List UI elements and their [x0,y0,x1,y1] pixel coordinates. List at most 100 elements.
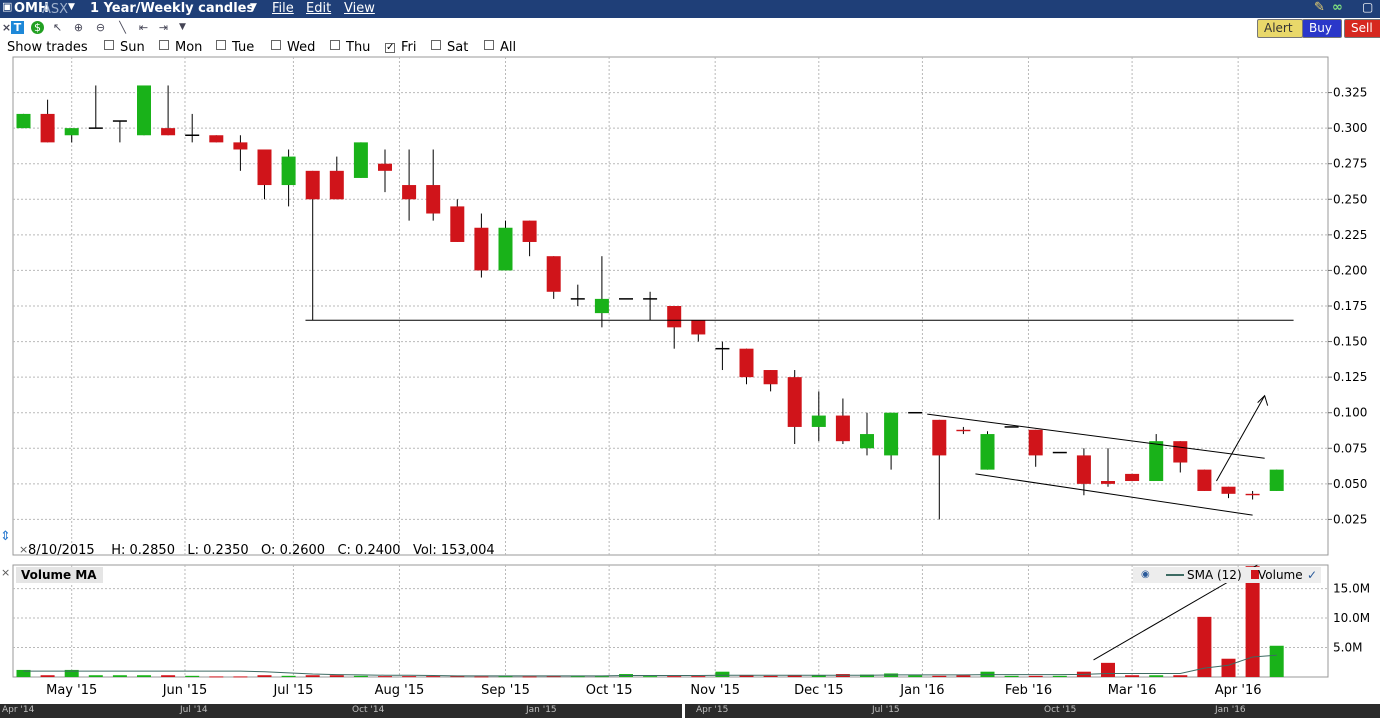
y-tick-label: 0.300 [1333,121,1367,135]
x-tick-label: Apr '16 [1215,683,1262,698]
volume-panel-title: Volume MA [16,567,103,583]
volume-bar [353,675,368,677]
volume-bar [137,675,151,677]
timeline-navigator[interactable]: Apr '14 Jul '14 Oct '14 Jan '15 Apr '15 Jul '… [0,704,1380,718]
navigator-date-label: Jul '14 [180,705,208,715]
navigator-date-label: Jul '15 [872,705,900,715]
y-tick-label: 0.050 [1333,477,1367,491]
candle-body [233,142,248,150]
candle-body [1125,473,1140,482]
candle-body [1149,441,1164,482]
x-tick-label: Feb '16 [1005,683,1052,698]
candle-body [257,149,272,186]
navigator-handle[interactable] [682,704,685,718]
x-tick-label: Jul '15 [272,683,313,698]
volume-bar [522,676,537,678]
volume-bar [1125,675,1140,677]
candle-body [811,415,826,427]
volume-bar [257,675,272,677]
volume-bar [908,675,923,677]
candle-body [739,348,754,378]
candle-body [860,434,874,449]
x-tick-label: Sep '15 [481,683,530,698]
candle-body [980,434,995,470]
volume-bar [88,675,103,677]
navigator-date-label: Oct '14 [352,705,385,715]
y-tick-label: 0.225 [1333,228,1367,242]
ohlc-volume: Vol: 153,004 [412,543,495,558]
candle-body [498,227,513,271]
volume-bar [209,676,224,678]
volume-bar [1052,675,1067,677]
volume-bar [426,676,441,678]
volume-bar [1221,658,1236,677]
candle-body [1197,469,1212,491]
candle-body [1245,493,1260,496]
legend-sma-label[interactable]: SMA (12) [1187,567,1242,583]
ohlc-high: H: 0.2850 [111,543,175,558]
candle-body [835,415,850,442]
candle-body [1101,481,1115,484]
volume-bar [1004,675,1019,677]
candle-body [546,256,561,292]
volume-bar [474,676,489,678]
candle-body [137,85,151,136]
candle-body [209,135,224,143]
navigator-date-label: Apr '15 [696,705,729,715]
volume-y-tick-label: 15.0M [1333,582,1370,596]
volume-bar [305,675,320,677]
candle-body [426,185,441,214]
y-tick-label: 0.275 [1333,157,1367,171]
price-chart[interactable]: 0.025 0.050 0.075 0.100 0.125 0.150 0.175 0.200… [0,0,1380,704]
candle-body [667,306,682,328]
candle-body [787,377,802,427]
volume-bar [329,675,344,677]
candle-body [161,128,176,136]
ohlc-close: C: 0.2400 [337,543,401,558]
volume-legend: ◉ SMA (12) Volume ✓ [1133,567,1321,583]
candle-body [932,419,947,456]
ohlc-readout: 8/10/2015 H: 0.2850 L: 0.2350 O: 0.2600 … [28,543,495,558]
candle-body [64,128,79,136]
volume-bar [185,675,200,677]
candle-body [691,320,706,335]
volume-bar [281,675,296,677]
volume-bar [715,671,730,677]
candle-body [1028,429,1043,456]
candle-body [329,170,344,200]
candle-body [378,163,392,171]
candle-body [1173,441,1188,463]
y-tick-label: 0.200 [1333,263,1367,277]
volume-bar [112,675,127,677]
navigator-date-label: Jan '16 [1215,705,1246,715]
expand-icon[interactable]: ⇕ [0,529,11,544]
legend-volume-label[interactable]: Volume [1258,567,1303,583]
legend-settings-icon[interactable]: ◉ [1141,567,1150,583]
navigator-date-label: Oct '15 [1044,705,1077,715]
candle-body [402,185,417,200]
volume-bar [763,675,778,677]
x-tick-label: Nov '15 [690,683,740,698]
candle-body [1269,469,1284,491]
candle-body [522,220,537,242]
volume-bar [402,676,417,678]
remove-readout-icon[interactable]: × [19,543,28,556]
volume-y-tick-label: 5.0M [1333,641,1362,655]
candle-body [474,227,489,271]
volume-bar [691,676,706,678]
y-tick-label: 0.075 [1333,441,1367,455]
candle-body [594,298,609,314]
volume-bar [40,675,55,677]
x-tick-label: Jun '15 [162,683,208,698]
y-tick-label: 0.250 [1333,192,1367,206]
ohlc-date: 8/10/2015 [28,543,95,558]
ohlc-low: L: 0.2350 [187,543,249,558]
x-tick-label: May '15 [46,683,97,698]
close-volume-panel-icon[interactable]: × [1,566,10,579]
legend-check-icon[interactable]: ✓ [1307,567,1317,583]
volume-bar [233,676,248,678]
y-tick-label: 0.025 [1333,512,1367,526]
x-tick-label: Aug '15 [375,683,425,698]
candle-body [956,429,971,432]
volume-bar [378,676,392,678]
